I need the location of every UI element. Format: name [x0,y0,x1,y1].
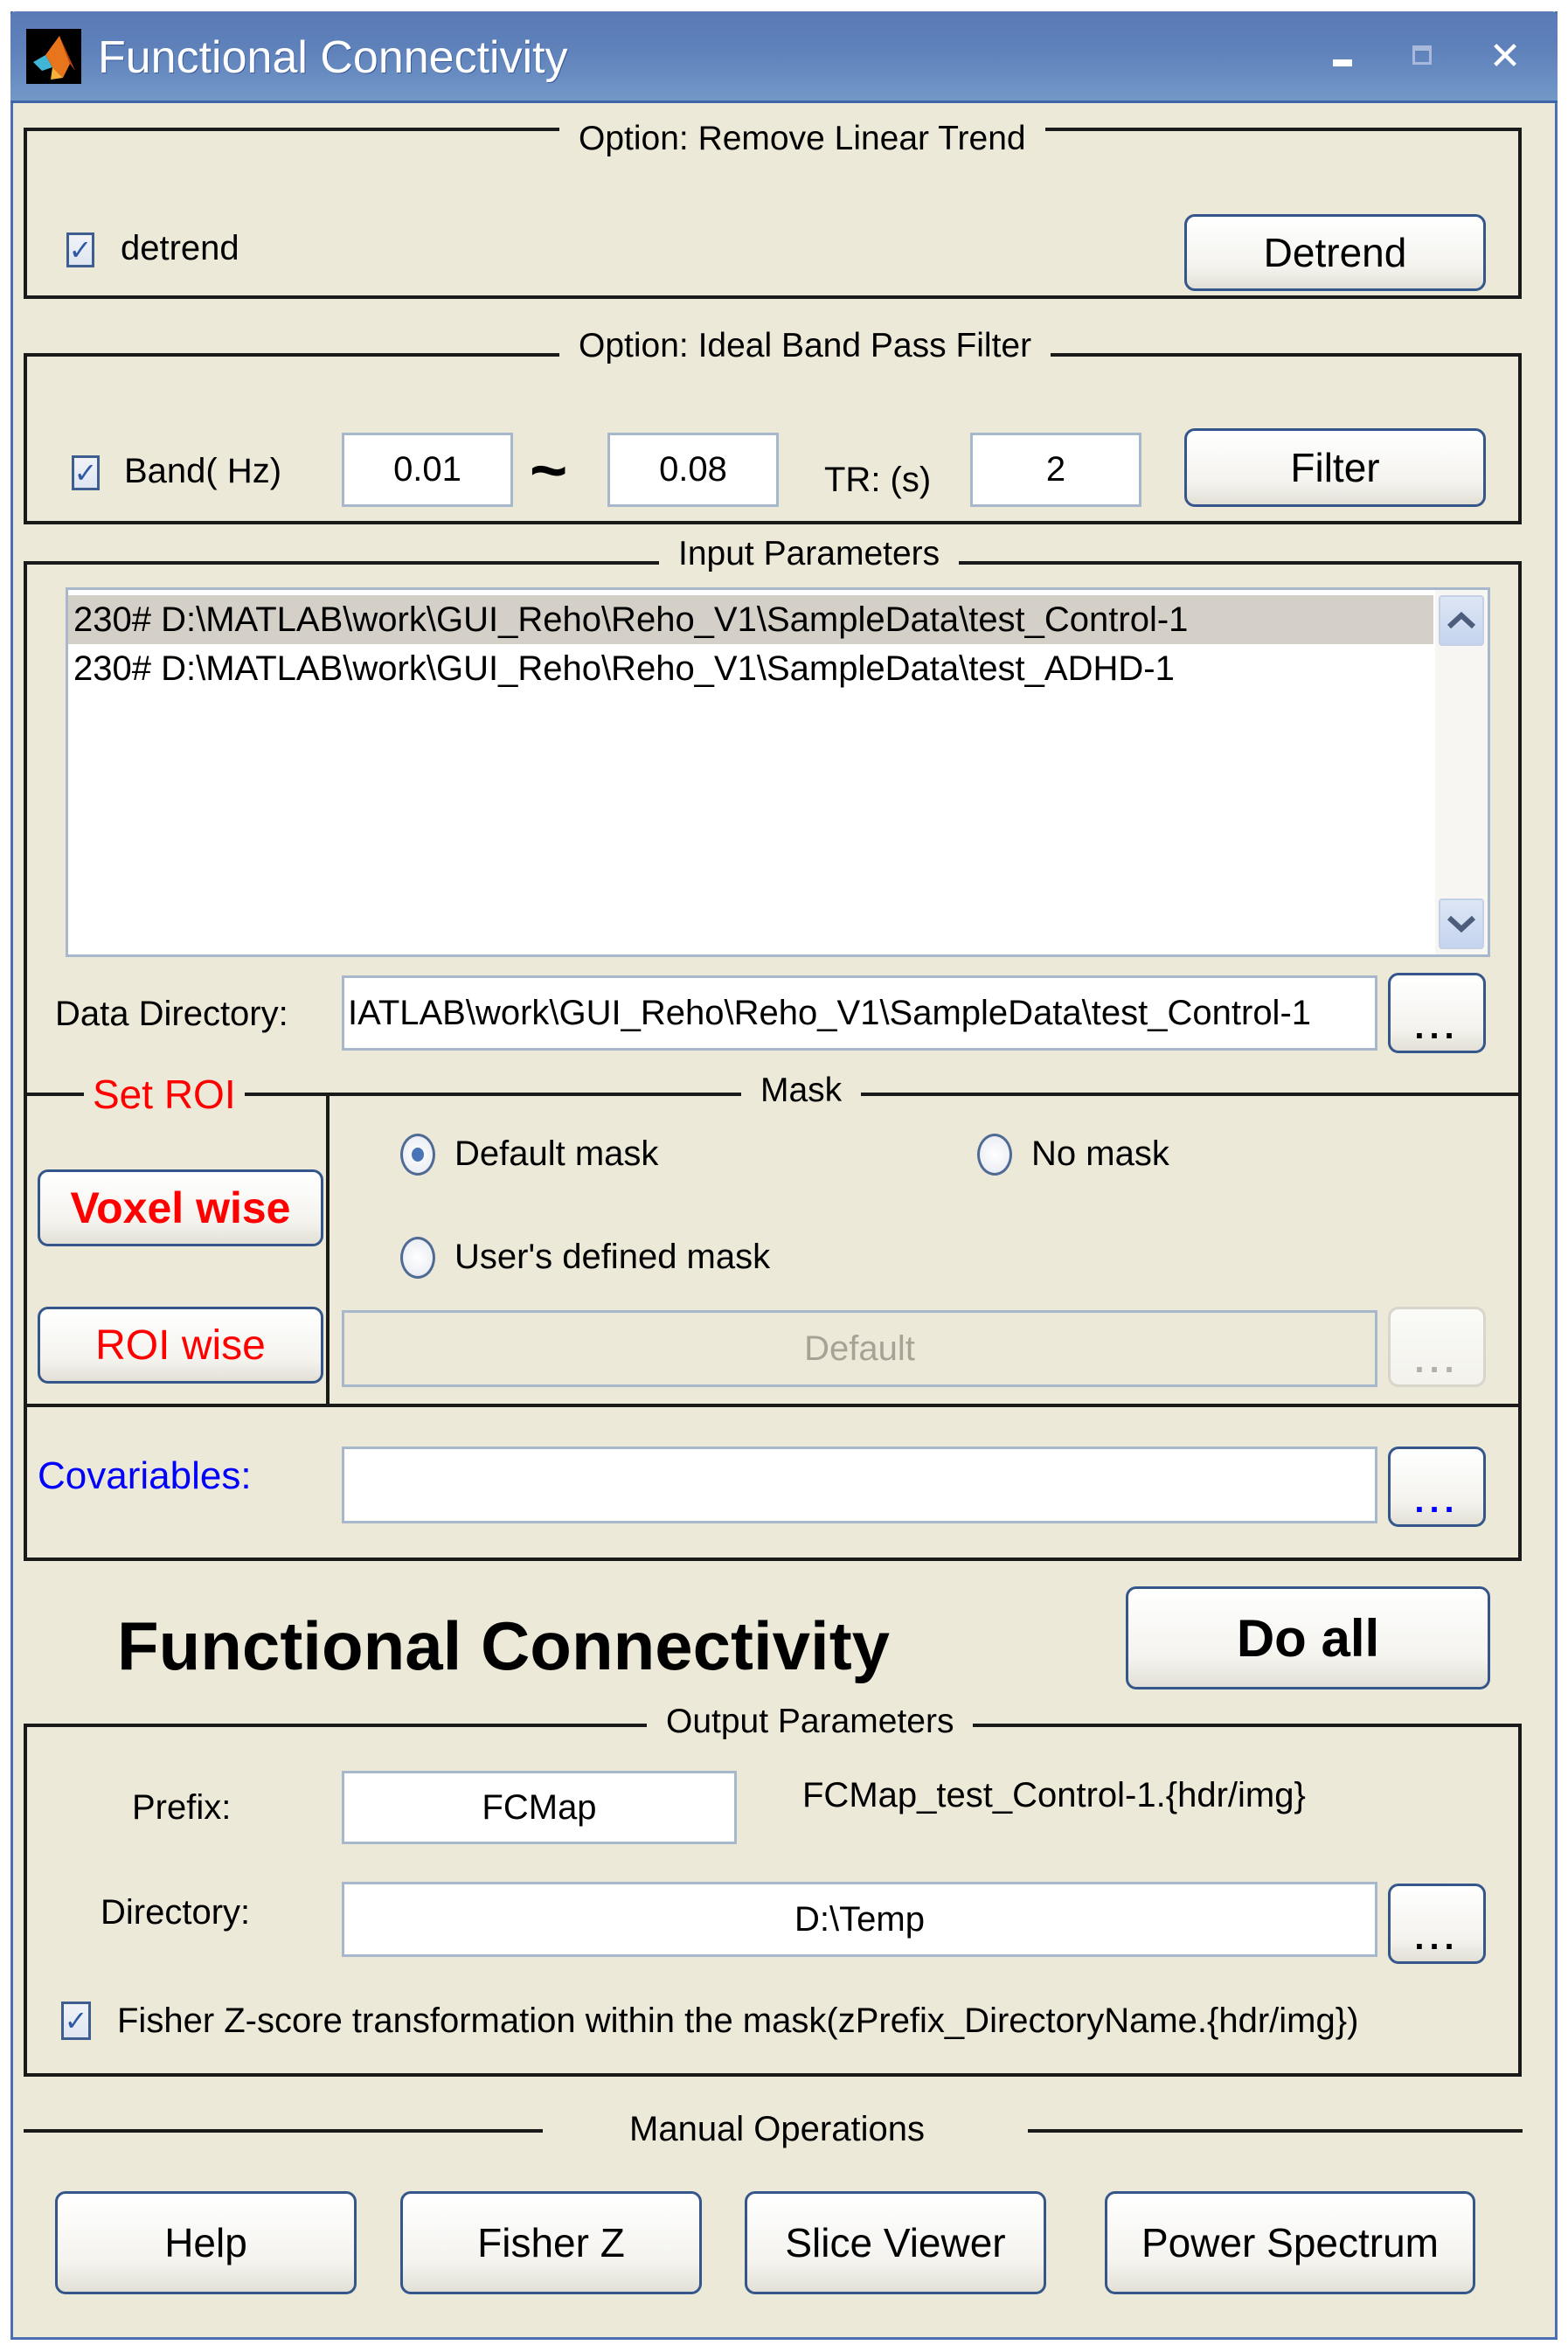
no-mask-radio[interactable] [977,1134,1012,1176]
output-panel-title: Output Parameters [647,1703,974,1741]
manual-ops-divider-right [1028,2129,1523,2133]
covariables-label: Covariables: [38,1454,252,1497]
band-checkbox[interactable]: ✓ [72,455,100,490]
default-mask-radio[interactable] [400,1134,435,1176]
scroll-down-button[interactable] [1439,898,1484,949]
list-item[interactable]: 230# D:\MATLAB\work\GUI_Reho\Reho_V1\Sam… [68,644,1433,693]
covariables-browse-button[interactable]: ... [1388,1447,1486,1527]
detrend-panel-title: Option: Remove Linear Trend [559,120,1045,158]
list-item[interactable]: 230# D:\MATLAB\work\GUI_Reho\Reho_V1\Sam… [68,595,1433,644]
close-icon: ✕ [1488,35,1522,78]
fisher-z-button[interactable]: Fisher Z [400,2191,702,2294]
power-spectrum-button[interactable]: Power Spectrum [1105,2191,1475,2294]
tilde-separator: ~ [530,434,568,506]
prefix-input[interactable]: FCMap [342,1771,737,1844]
data-directory-label: Data Directory: [55,995,288,1033]
covariables-input[interactable] [342,1447,1377,1523]
list-items: 230# D:\MATLAB\work\GUI_Reho\Reho_V1\Sam… [68,595,1433,693]
help-button[interactable]: Help [55,2191,357,2294]
tr-input[interactable]: 2 [970,433,1141,507]
slice-viewer-button[interactable]: Slice Viewer [745,2191,1046,2294]
band-label: Band( Hz) [124,452,282,490]
chevron-up-icon [1447,612,1476,629]
output-directory-input[interactable]: D:\Temp [342,1882,1377,1957]
check-icon: ✓ [64,2005,88,2036]
data-directory-input[interactable]: IATLAB\work\GUI_Reho\Reho_V1\SampleData\… [342,975,1377,1051]
set-roi-title: Set ROI [84,1072,245,1117]
chevron-down-icon [1447,915,1476,933]
output-filename-preview: FCMap_test_Control-1.{hdr/img} [802,1776,1306,1814]
default-mask-label: Default mask [454,1134,659,1173]
radio-selected-dot [412,1148,424,1162]
mask-browse-button: ... [1388,1307,1486,1387]
minimize-icon [1333,59,1352,66]
scroll-up-button[interactable] [1439,595,1484,646]
output-directory-browse-button[interactable]: ... [1388,1884,1486,1964]
filter-panel-title: Option: Ideal Band Pass Filter [559,327,1051,365]
manual-ops-title: Manual Operations [629,2110,925,2148]
fisher-z-checkbox[interactable]: ✓ [61,2002,91,2040]
user-defined-mask-label: User's defined mask [454,1238,771,1276]
output-directory-label: Directory: [101,1893,251,1932]
mask-file-input: Default [342,1310,1377,1387]
detrend-checkbox[interactable]: ✓ [66,232,94,267]
tr-label: TR: (s) [824,461,932,499]
roi-mask-vertical-divider [326,1093,330,1405]
main-heading: Functional Connectivity [117,1607,891,1684]
maximize-button[interactable] [1409,42,1439,70]
band-low-input[interactable]: 0.01 [342,433,513,507]
fisher-z-label: Fisher Z-score transformation within the… [117,2002,1359,2040]
manual-ops-divider-left [24,2129,543,2133]
detrend-button[interactable]: Detrend [1184,214,1486,291]
window-title: Functional Connectivity [98,32,568,83]
user-defined-mask-radio[interactable] [400,1237,435,1279]
minimize-button[interactable] [1324,35,1359,79]
prefix-label: Prefix: [132,1788,232,1827]
maximize-icon [1412,45,1432,65]
do-all-button[interactable]: Do all [1126,1586,1490,1689]
input-panel-title: Input Parameters [659,535,960,573]
filter-button[interactable]: Filter [1184,428,1486,507]
listbox-scrollbar[interactable] [1435,590,1488,954]
detrend-checkbox-label: detrend [121,229,239,267]
no-mask-label: No mask [1031,1134,1169,1173]
check-icon: ✓ [68,234,93,266]
matlab-logo-icon [26,29,81,84]
voxel-wise-button[interactable]: Voxel wise [38,1169,323,1246]
check-icon: ✓ [73,457,98,489]
covariables-top-divider [24,1404,1522,1407]
band-high-input[interactable]: 0.08 [607,433,779,507]
subject-listbox[interactable]: 230# D:\MATLAB\work\GUI_Reho\Reho_V1\Sam… [66,587,1490,957]
roi-wise-button[interactable]: ROI wise [38,1307,323,1384]
close-button[interactable]: ✕ [1486,35,1524,79]
mask-title: Mask [741,1072,862,1110]
data-directory-browse-button[interactable]: ... [1388,973,1486,1053]
